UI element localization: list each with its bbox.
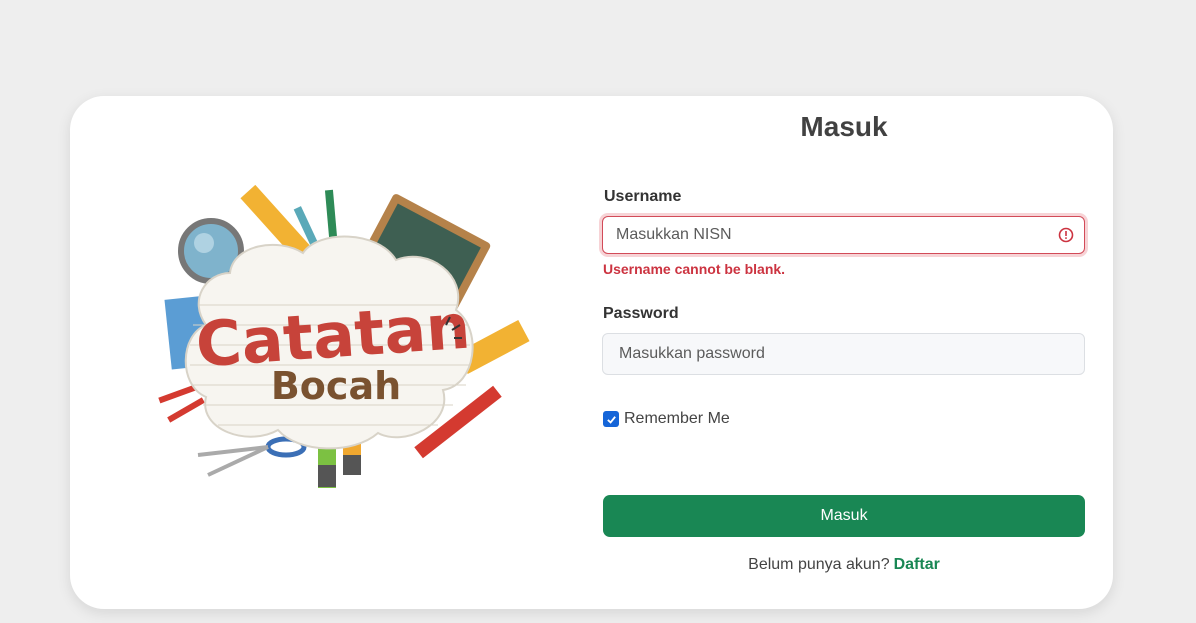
username-input[interactable] — [602, 216, 1085, 254]
logo-subtitle-text: Bocah — [271, 364, 401, 408]
remember-me: Remember Me — [603, 410, 730, 428]
remember-me-label[interactable]: Remember Me — [624, 410, 730, 428]
password-label: Password — [603, 305, 679, 322]
signup-prompt-text: Belum punya akun? — [748, 556, 890, 573]
catatan-bocah-logo: Catatan Bocah — [138, 185, 538, 505]
password-input[interactable] — [602, 333, 1085, 375]
signup-prompt: Belum punya akun? Daftar — [603, 556, 1085, 574]
remember-me-checkbox[interactable] — [603, 411, 619, 427]
signup-link[interactable]: Daftar — [894, 556, 940, 573]
username-error-message: Username cannot be blank. — [603, 261, 786, 277]
page-title: Masuk — [800, 111, 888, 142]
username-label: Username — [604, 188, 682, 205]
checkmark-icon — [606, 415, 616, 424]
error-icon — [1058, 227, 1074, 243]
login-button[interactable]: Masuk — [603, 495, 1085, 537]
